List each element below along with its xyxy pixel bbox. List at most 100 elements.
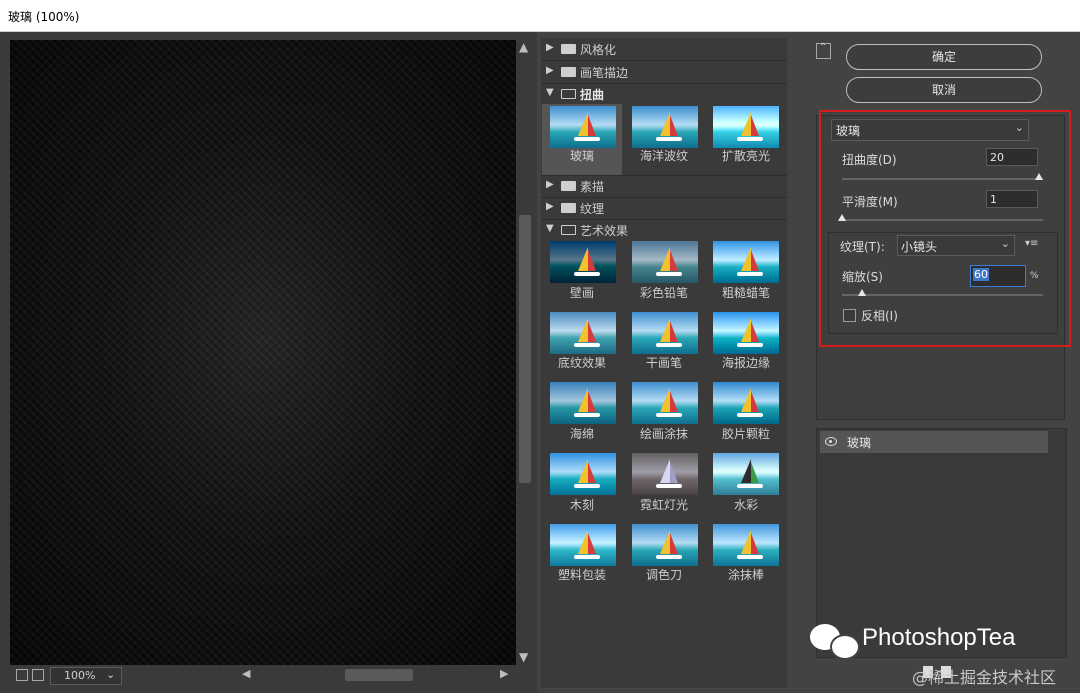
boat-shape [574, 272, 600, 276]
sail-shape [741, 247, 751, 271]
folder-icon [561, 181, 576, 191]
filter-thumb-paint-daubs[interactable] [632, 382, 698, 424]
boat-shape [737, 484, 763, 488]
filter-label: 粗糙蜡笔 [721, 286, 770, 300]
filter-label: 干画笔 [645, 356, 682, 370]
sail-shape [670, 533, 678, 554]
sail-shape [741, 112, 751, 136]
filter-thumb-fresco[interactable] [550, 241, 616, 283]
folder-sketch[interactable]: ▶ 素描 [541, 175, 787, 197]
folder-label: 扭曲 [580, 88, 605, 102]
zoom-select[interactable]: 100% ⌄ [50, 667, 122, 685]
filter-label: 玻璃 [569, 149, 594, 163]
preview-vertical-scrollbar[interactable]: ▲ ▼ [517, 40, 533, 665]
boat-shape [656, 555, 682, 559]
collapse-gallery-button[interactable]: ⌃ [816, 42, 831, 59]
zoom-out-button[interactable] [16, 669, 28, 681]
folder-open-icon [561, 89, 576, 99]
filter-label: 胶片颗粒 [721, 427, 770, 441]
filter-label: 壁画 [569, 286, 594, 300]
preview-canvas[interactable] [10, 40, 516, 665]
filter-label: 海报边缘 [721, 356, 770, 370]
folder-distort[interactable]: ▼ 扭曲 [541, 83, 787, 105]
sail-shape [588, 462, 596, 483]
scroll-left-icon[interactable]: ◀ [242, 667, 250, 680]
sail-shape [670, 250, 678, 271]
sail-shape [670, 321, 678, 342]
filter-thumb-neon-glow[interactable] [632, 453, 698, 495]
filter-thumb-watercolor[interactable] [713, 453, 779, 495]
sail-shape [660, 388, 670, 412]
folder-icon [561, 44, 576, 54]
zoom-in-button[interactable] [32, 669, 44, 681]
filter-thumb-film-grain[interactable] [713, 382, 779, 424]
filter-label: 涂抹棒 [727, 568, 764, 582]
highlight-annotation [819, 110, 1071, 347]
scroll-thumb[interactable] [519, 215, 531, 483]
chevron-down-icon: ⌄ [106, 668, 116, 681]
filter-thumb-diffuse-glow[interactable] [713, 106, 779, 148]
sail-shape [741, 459, 751, 483]
sail-shape [660, 247, 670, 271]
folder-label: 艺术效果 [580, 224, 629, 238]
boat-shape [574, 343, 600, 347]
preview-bottom-bar: 100% ⌄ ◀ ▶ [10, 666, 533, 686]
scroll-right-icon[interactable]: ▶ [500, 667, 508, 680]
sail-shape [660, 112, 670, 136]
boat-shape [656, 272, 682, 276]
filter-label: 塑料包装 [557, 568, 606, 582]
boat-shape [574, 484, 600, 488]
sail-shape [588, 533, 596, 554]
filter-thumb-sponge[interactable] [550, 382, 616, 424]
sail-shape [751, 321, 759, 342]
boat-shape [737, 343, 763, 347]
filter-thumb-smudge-stick[interactable] [713, 524, 779, 566]
filter-thumb-rough-pastels[interactable] [713, 241, 779, 283]
effect-layer-name: 玻璃 [847, 436, 872, 450]
sail-shape [578, 388, 588, 412]
sail-shape [741, 388, 751, 412]
folder-open-icon [561, 225, 576, 235]
filter-gallery: ▶ 风格化 ▶ 画笔描边 ▼ 扭曲 玻璃 海洋波纹 扩散亮光 ▶ 素描 ▶ 纹理 [541, 38, 787, 688]
filter-thumb-poster-edges[interactable] [713, 312, 779, 354]
scroll-up-icon[interactable]: ▲ [519, 40, 528, 54]
filter-label: 木刻 [569, 498, 594, 512]
filter-label: 绘画涂抹 [639, 427, 688, 441]
folder-brush-strokes[interactable]: ▶ 画笔描边 [541, 61, 787, 83]
filter-thumb-glass[interactable] [550, 106, 616, 148]
sail-shape [741, 530, 751, 554]
filter-thumb-cutout[interactable] [550, 453, 616, 495]
boat-shape [656, 413, 682, 417]
folder-label: 纹理 [580, 202, 605, 216]
collapse-icon: ⌃ [819, 42, 828, 53]
folder-stylize[interactable]: ▶ 风格化 [541, 38, 787, 60]
watermark-brand: PhotoshopTea [862, 624, 1016, 651]
filter-thumb-plastic-wrap[interactable] [550, 524, 616, 566]
filter-label: 水彩 [733, 498, 758, 512]
sail-shape [670, 115, 678, 136]
filter-label: 扩散亮光 [721, 149, 770, 163]
filter-thumb-colored-pencil[interactable] [632, 241, 698, 283]
folder-icon [561, 203, 576, 213]
title-bar: 玻璃 (100%) [0, 0, 1080, 32]
folder-texture[interactable]: ▶ 纹理 [541, 197, 787, 219]
sail-shape [578, 459, 588, 483]
filter-thumb-ocean-ripple[interactable] [632, 106, 698, 148]
expand-arrow-icon: ▶ [546, 201, 554, 212]
folder-artistic[interactable]: ▼ 艺术效果 [541, 219, 787, 241]
boat-shape [737, 272, 763, 276]
expand-arrow-icon: ▶ [546, 179, 554, 190]
sail-shape [751, 533, 759, 554]
filter-label: 霓虹灯光 [639, 498, 688, 512]
cancel-button[interactable]: 取消 [846, 77, 1042, 103]
horizontal-scroll-thumb[interactable] [345, 669, 413, 681]
ok-button[interactable]: 确定 [846, 44, 1042, 70]
filter-label: 底纹效果 [557, 356, 606, 370]
scroll-down-icon[interactable]: ▼ [519, 650, 528, 664]
boat-shape [737, 413, 763, 417]
filter-thumb-palette-knife[interactable] [632, 524, 698, 566]
zoom-value: 100% [64, 669, 96, 682]
filter-thumb-dry-brush[interactable] [632, 312, 698, 354]
filter-thumb-underpainting[interactable] [550, 312, 616, 354]
boat-shape [574, 413, 600, 417]
